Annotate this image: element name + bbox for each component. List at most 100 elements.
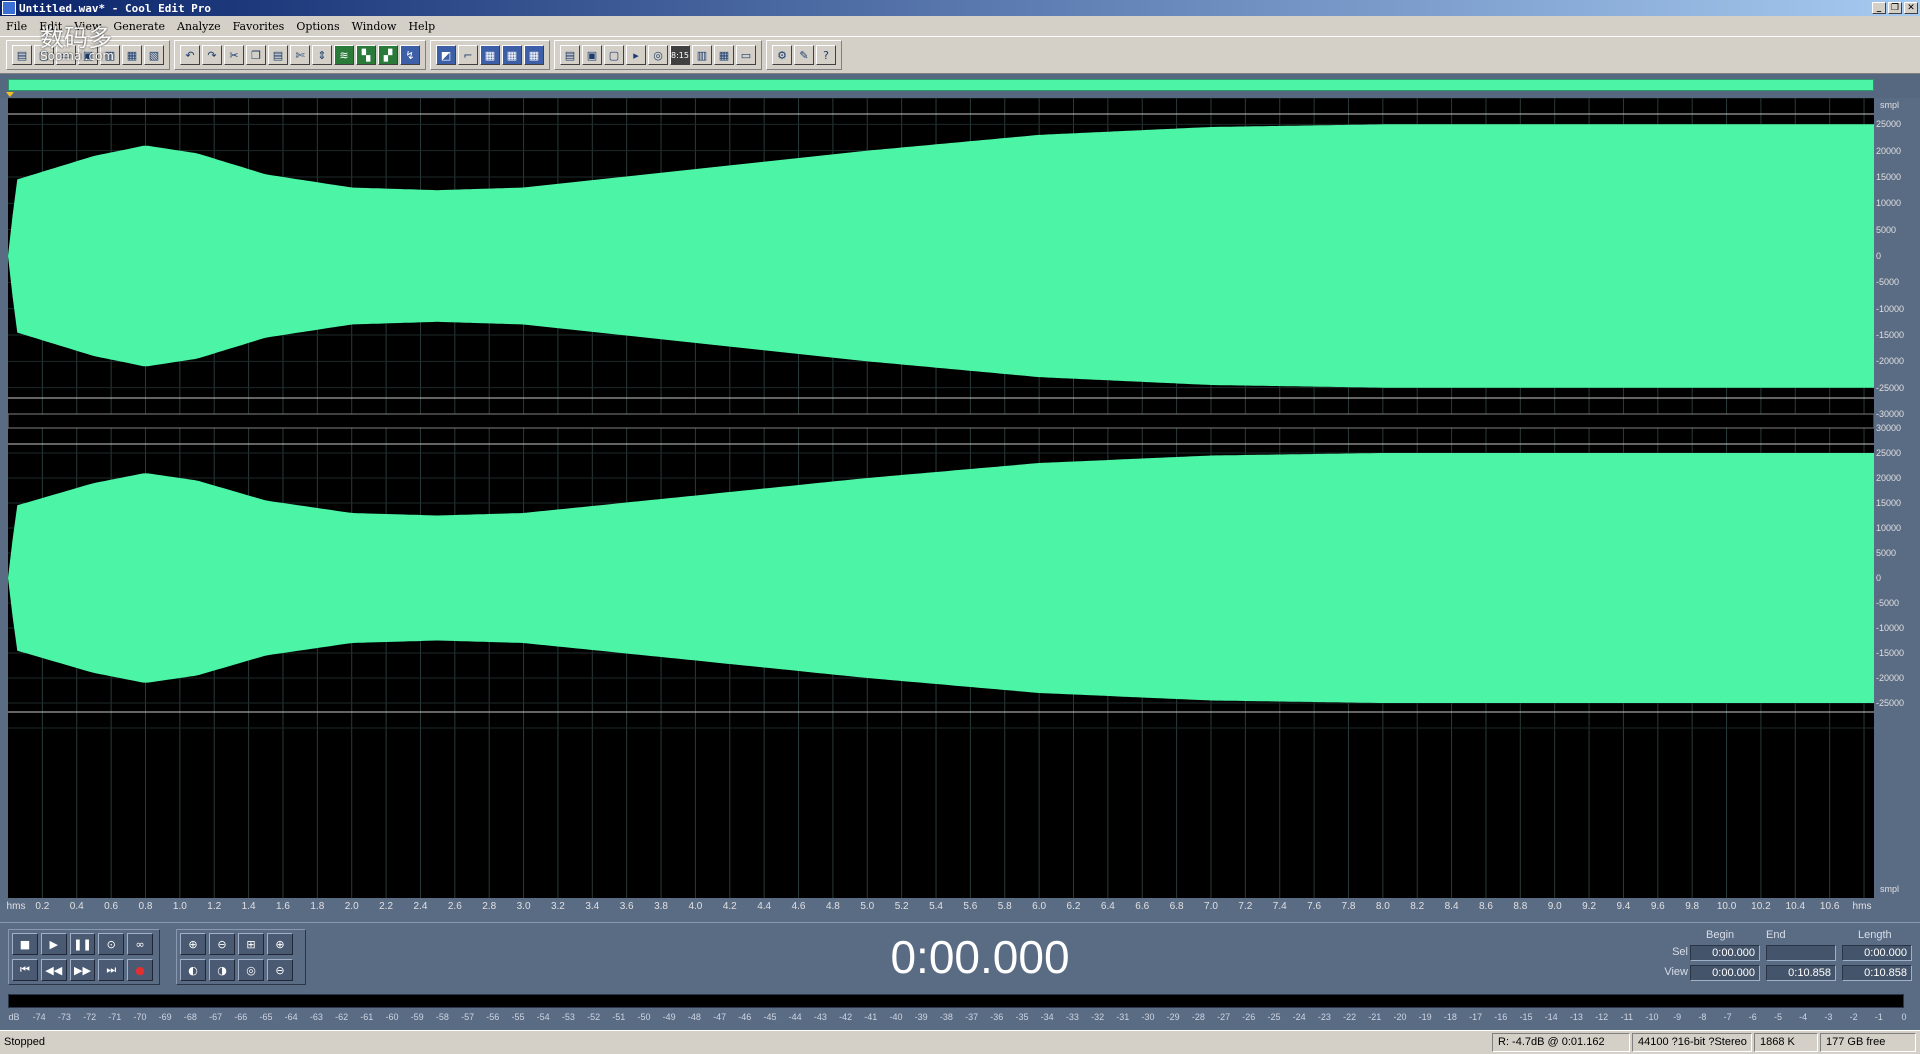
menu-favorites[interactable]: Favorites bbox=[227, 20, 291, 33]
left-channel-waveform[interactable] bbox=[8, 124, 1874, 388]
level-meter-tick-label: -29 bbox=[1166, 1012, 1180, 1022]
pause-button[interactable]: ❚❚ bbox=[69, 933, 96, 955]
go-to-start-button[interactable]: ⏮ bbox=[12, 959, 38, 981]
zoom-out-icon[interactable]: ⊖ bbox=[209, 933, 235, 955]
overview-bar[interactable] bbox=[0, 74, 1920, 98]
time-tick-label: 4.2 bbox=[722, 901, 737, 912]
info-icon[interactable]: ▣ bbox=[582, 45, 602, 65]
menu-window[interactable]: Window bbox=[346, 20, 403, 33]
zoom-out-vertical-icon[interactable]: ⊖ bbox=[267, 959, 293, 981]
organizer-icon[interactable]: ▤ bbox=[560, 45, 580, 65]
level-meter[interactable]: dB -74 -73 -72 -71 -70 -69 -68 -67 -66 -65 -64 -63 -6… bbox=[0, 990, 1920, 1030]
time-tick-label: 8.4 bbox=[1444, 901, 1459, 912]
waveform-display[interactable] bbox=[8, 98, 1874, 898]
level-meter-tick-label: -15 bbox=[1519, 1012, 1533, 1022]
level-meter-tick-label: -59 bbox=[410, 1012, 424, 1022]
zoom-to-left-icon[interactable]: ◐ bbox=[180, 959, 206, 981]
paste-icon[interactable]: ▤ bbox=[268, 45, 288, 65]
undo-icon[interactable]: ↶ bbox=[180, 45, 200, 65]
cue-list-icon[interactable]: ▦ bbox=[524, 45, 544, 65]
menu-bar: File Edit View Generate Analyze Favorite… bbox=[0, 16, 1920, 36]
grid-icon[interactable]: ▦ bbox=[502, 45, 522, 65]
snap-icon[interactable]: ▦ bbox=[480, 45, 500, 65]
time-tick-label: 7.2 bbox=[1238, 901, 1253, 912]
title-bar[interactable]: Untitled.wav* - Cool Edit Pro _ ❐ ✕ bbox=[0, 0, 1920, 16]
close-button[interactable]: ✕ bbox=[1904, 2, 1918, 14]
zoom-selection-icon[interactable]: ◎ bbox=[238, 959, 264, 981]
time-tick-label: 4.6 bbox=[791, 901, 806, 912]
normalize-icon[interactable]: ▞ bbox=[378, 45, 398, 65]
menu-analyze[interactable]: Analyze bbox=[171, 20, 227, 33]
level-meter-tick-label: -45 bbox=[763, 1012, 777, 1022]
right-channel-waveform[interactable] bbox=[8, 453, 1874, 703]
level-meter-icon[interactable]: ▥ bbox=[692, 45, 712, 65]
play-button[interactable]: ▶ bbox=[40, 933, 67, 955]
time-window-icon[interactable]: 8:15 bbox=[670, 45, 690, 65]
level-meter-tick-label: -16 bbox=[1494, 1012, 1508, 1022]
waveform-view-icon[interactable]: ⌐ bbox=[458, 45, 478, 65]
restore-button[interactable]: ❐ bbox=[1888, 2, 1902, 14]
sel-end-field[interactable] bbox=[1766, 945, 1836, 961]
level-meter-tick-label: -44 bbox=[788, 1012, 802, 1022]
sel-begin-field[interactable]: 0:00.000 bbox=[1690, 945, 1760, 961]
marker-icon[interactable]: ▢ bbox=[604, 45, 624, 65]
go-to-end-button[interactable]: ⏭ bbox=[98, 959, 125, 981]
transport-icon[interactable]: ▸ bbox=[626, 45, 646, 65]
playhead-marker-icon[interactable] bbox=[6, 92, 14, 97]
amplitude-tick-label: 20000 bbox=[1876, 473, 1902, 483]
minimize-button[interactable]: _ bbox=[1872, 2, 1886, 14]
view-begin-field[interactable]: 0:00.000 bbox=[1690, 965, 1760, 981]
toolbar: ▤ ▢ ▭ ▣ ▥ ▦ ▧ ↶ ↷ ✂ ❐ ▤ ✄ ⇕ ≋ ▚ ▞ ↯ ◩ ⌐ … bbox=[0, 36, 1920, 74]
app-icon[interactable] bbox=[2, 1, 16, 15]
amplitude-tick-label: 10000 bbox=[1876, 523, 1902, 533]
amplify-icon[interactable]: ↯ bbox=[400, 45, 420, 65]
trim-icon[interactable]: ⇕ bbox=[312, 45, 332, 65]
cd-player-icon[interactable]: ▦ bbox=[714, 45, 734, 65]
zoom-to-right-icon[interactable]: ◑ bbox=[209, 959, 235, 981]
spectral-view-icon[interactable]: ◩ bbox=[436, 45, 456, 65]
cut-icon[interactable]: ✂ bbox=[224, 45, 244, 65]
amplitude-tick-label: 15000 bbox=[1876, 172, 1902, 182]
zoom-window-icon[interactable]: ◎ bbox=[648, 45, 668, 65]
amplitude-tick-label: 25000 bbox=[1876, 119, 1902, 130]
rewind-button[interactable]: ◀◀ bbox=[40, 959, 67, 981]
sel-length-field[interactable]: 0:00.000 bbox=[1842, 945, 1912, 961]
zero-cross-icon[interactable]: ≋ bbox=[334, 45, 354, 65]
level-meter-tick-label: -43 bbox=[813, 1012, 827, 1022]
waveform-svg[interactable] bbox=[8, 98, 1874, 898]
copy-icon[interactable]: ❐ bbox=[246, 45, 266, 65]
record-button[interactable]: ● bbox=[127, 959, 153, 981]
amplitude-ruler: smpl smpl 25000 20000 15000 10000 5000 0 -5000… bbox=[1874, 98, 1920, 898]
menu-help[interactable]: Help bbox=[402, 20, 441, 33]
time-tick-label: 10.2 bbox=[1751, 901, 1771, 912]
status-bar: Stopped R: -4.7dB @ 0:01.162 44100 ?16-b… bbox=[0, 1030, 1920, 1054]
level-meter-tick-label: -26 bbox=[1242, 1012, 1256, 1022]
time-tick-label: 0.2 bbox=[35, 901, 50, 912]
zoom-in-vertical-icon[interactable]: ⊕ bbox=[267, 933, 293, 955]
time-tick-label: 2.8 bbox=[482, 901, 497, 912]
time-ruler[interactable]: hms hms 0.2 0.4 0.6 0.8 1.0 1.2 1.4 1.6 1.8 2.0 2.… bbox=[0, 898, 1920, 918]
envelope-icon[interactable]: ▚ bbox=[356, 45, 376, 65]
view-end-field[interactable]: 0:10.858 bbox=[1766, 965, 1836, 981]
multitrack-toggle-button[interactable]: ▤ bbox=[12, 45, 32, 65]
loop-button[interactable]: ∞ bbox=[127, 933, 153, 955]
view-length-field[interactable]: 0:10.858 bbox=[1842, 965, 1912, 981]
level-meter-tick-label: -50 bbox=[637, 1012, 651, 1022]
status-bar-icon[interactable]: ▭ bbox=[736, 45, 756, 65]
amplitude-unit-bottom: smpl bbox=[1880, 884, 1900, 894]
stop-button[interactable]: ■ bbox=[12, 933, 38, 955]
level-meter-tick-label: -68 bbox=[183, 1012, 197, 1022]
play-to-end-button[interactable]: ⊙ bbox=[98, 933, 125, 955]
help-icon[interactable]: ? bbox=[816, 45, 836, 65]
scripts-icon[interactable]: ✎ bbox=[794, 45, 814, 65]
zoom-full-icon[interactable]: ⊞ bbox=[238, 933, 264, 955]
level-meter-tick-label: -48 bbox=[687, 1012, 701, 1022]
overview-visible-range[interactable] bbox=[8, 79, 1874, 91]
menu-file[interactable]: File bbox=[0, 20, 33, 33]
fast-forward-button[interactable]: ▶▶ bbox=[69, 959, 96, 981]
redo-icon[interactable]: ↷ bbox=[202, 45, 222, 65]
zoom-in-icon[interactable]: ⊕ bbox=[180, 933, 206, 955]
mix-paste-icon[interactable]: ✄ bbox=[290, 45, 310, 65]
menu-options[interactable]: Options bbox=[290, 20, 345, 33]
settings-icon[interactable]: ⚙ bbox=[772, 45, 792, 65]
